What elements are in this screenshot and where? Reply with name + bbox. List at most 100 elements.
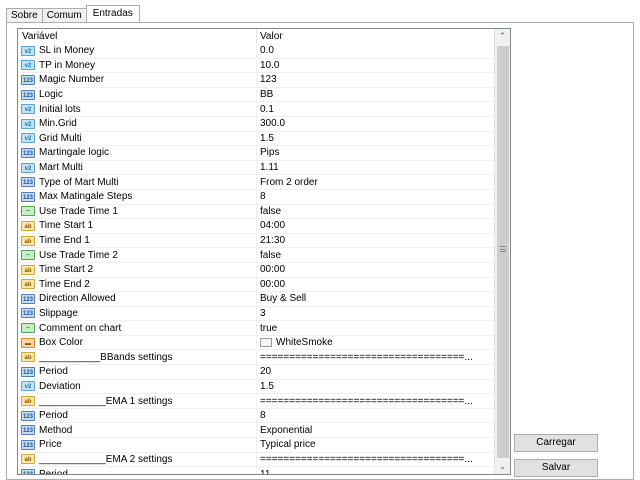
table-row[interactable]: ab ____________EMA 2 settings ============… <box>18 452 496 468</box>
variable-cell: 123 Logic <box>18 87 257 102</box>
table-row[interactable]: 123 Logic BB <box>18 87 496 103</box>
vertical-scrollbar[interactable]: ⌃ ⌄ <box>494 29 510 474</box>
type-double-icon: v2 <box>21 60 35 71</box>
type-bool-icon: ~ <box>21 206 35 217</box>
value-cell[interactable]: ===================================... <box>257 453 496 467</box>
value-cell[interactable]: 8 <box>257 190 496 204</box>
value-cell[interactable]: WhiteSmoke <box>257 336 496 350</box>
value-cell[interactable]: 8 <box>257 409 496 423</box>
value-cell[interactable]: ===================================... <box>257 350 496 364</box>
value-text: 1.11 <box>260 162 279 174</box>
tab-sobre[interactable]: Sobre <box>6 8 43 22</box>
table-row[interactable]: 123 Slippage 3 <box>18 306 496 322</box>
value-cell[interactable]: 1.5 <box>257 132 496 146</box>
tab-comum[interactable]: Comum <box>41 8 87 22</box>
table-row[interactable]: v2 Min.Grid 300.0 <box>18 116 496 132</box>
value-cell[interactable]: 04:00 <box>257 219 496 233</box>
table-row[interactable]: 123 Period 20 <box>18 365 496 380</box>
value-cell[interactable]: 00:00 <box>257 263 496 277</box>
table-row[interactable]: ab ____________EMA 1 settings ============… <box>18 394 496 409</box>
table-row[interactable]: 123 Type of Mart Multi From 2 order <box>18 175 496 190</box>
value-cell[interactable]: Exponential <box>257 423 496 437</box>
value-cell[interactable]: BB <box>257 88 496 102</box>
load-button[interactable]: Carregar <box>514 434 598 452</box>
table-row[interactable]: 123 Magic Number 123 <box>18 73 496 88</box>
scroll-up-icon[interactable]: ⌃ <box>495 29 510 44</box>
value-cell[interactable]: Pips <box>257 146 496 160</box>
value-cell[interactable]: From 2 order <box>257 175 496 189</box>
variable-cell: ab Time Start 1 <box>18 219 257 233</box>
variable-cell: ab Time Start 2 <box>18 262 257 277</box>
value-text: 21:30 <box>260 235 286 247</box>
value-cell[interactable]: 20 <box>257 365 496 379</box>
scroll-thumb[interactable] <box>497 46 509 458</box>
value-cell[interactable]: false <box>257 248 496 262</box>
table-row[interactable]: ~ Use Trade Time 1 false <box>18 204 496 220</box>
value-cell[interactable]: 1.5 <box>257 380 496 394</box>
table-row[interactable]: 123 Direction Allowed Buy & Sell <box>18 292 496 307</box>
table-row[interactable]: v2 Initial lots 0.1 <box>18 102 496 117</box>
type-int-icon: 123 <box>21 366 35 377</box>
table-row[interactable]: ab Time Start 1 04:00 <box>18 219 496 234</box>
table-row[interactable]: ~ Comment on chart true <box>18 321 496 336</box>
table-row[interactable]: v2 Deviation 1.5 <box>18 379 496 395</box>
type-int-icon: 123 <box>21 293 35 304</box>
value-cell[interactable]: Buy & Sell <box>257 292 496 306</box>
type-int-icon: 123 <box>21 469 35 474</box>
value-text: 00:00 <box>260 264 286 276</box>
color-swatch[interactable] <box>260 338 272 348</box>
variable-name: Logic <box>39 89 63 101</box>
table-row[interactable]: ~ Use Trade Time 2 false <box>18 248 496 263</box>
table-row[interactable]: 123 Period 11 <box>18 467 496 474</box>
variable-name: Time End 1 <box>39 235 90 247</box>
variable-cell: ab ____________EMA 2 settings <box>18 452 257 467</box>
save-button[interactable]: Salvar <box>514 459 598 477</box>
type-int-icon: 123 <box>21 177 35 188</box>
value-cell[interactable]: 11 <box>257 467 496 474</box>
value-cell[interactable]: false <box>257 205 496 219</box>
table-row[interactable]: 123 Martingale logic Pips <box>18 146 496 161</box>
table-row[interactable]: ab Time End 1 21:30 <box>18 233 496 249</box>
value-cell[interactable]: 1.11 <box>257 161 496 175</box>
table-row[interactable]: 123 Period 8 <box>18 408 496 424</box>
value-cell[interactable]: 0.0 <box>257 44 496 58</box>
value-text: 20 <box>260 366 272 378</box>
type-str-icon: ab <box>21 396 35 407</box>
value-cell[interactable]: 300.0 <box>257 117 496 131</box>
header-value[interactable]: Valor <box>257 29 283 44</box>
table-row[interactable]: 123 Method Exponential <box>18 423 496 439</box>
variable-cell: 123 Period <box>18 467 257 474</box>
variable-name: Time End 2 <box>39 278 90 290</box>
value-cell[interactable]: 21:30 <box>257 234 496 248</box>
variable-name: TP in Money <box>39 59 95 71</box>
value-cell[interactable]: 00:00 <box>257 278 496 292</box>
value-cell[interactable]: 0.1 <box>257 102 496 116</box>
table-row[interactable]: ▬ Box Color WhiteSmoke <box>18 335 496 351</box>
tab-entradas[interactable]: Entradas <box>85 5 140 22</box>
value-cell[interactable]: true <box>257 321 496 335</box>
value-cell[interactable]: Typical price <box>257 438 496 452</box>
header-variable[interactable]: Variável <box>18 29 257 44</box>
value-cell[interactable]: 123 <box>257 73 496 87</box>
table-row[interactable]: v2 Grid Multi 1.5 <box>18 131 496 147</box>
value-cell[interactable]: 10.0 <box>257 59 496 73</box>
value-text: Buy & Sell <box>260 293 307 305</box>
table-row[interactable]: v2 Mart Multi 1.11 <box>18 160 496 176</box>
variable-cell: ab Time End 1 <box>18 233 257 248</box>
table-row[interactable]: ab Time End 2 00:00 <box>18 277 496 293</box>
type-double-icon: v2 <box>21 381 35 392</box>
table-row[interactable]: v2 SL in Money 0.0 <box>18 44 496 59</box>
variable-name: ___________BBands settings <box>39 351 173 363</box>
value-cell[interactable]: 3 <box>257 307 496 321</box>
table-row[interactable]: 123 Price Typical price <box>18 438 496 453</box>
table-row[interactable]: ab ___________BBands settings ============… <box>18 350 496 366</box>
variable-cell: 123 Martingale logic <box>18 146 257 160</box>
table-row[interactable]: ab Time Start 2 00:00 <box>18 262 496 278</box>
table-row[interactable]: v2 TP in Money 10.0 <box>18 58 496 74</box>
value-cell[interactable]: ===================================... <box>257 394 496 408</box>
table-row[interactable]: 123 Max Matingale Steps 8 <box>18 189 496 205</box>
scroll-down-icon[interactable]: ⌄ <box>495 459 510 474</box>
variable-cell: ab ___________BBands settings <box>18 350 257 365</box>
value-text: false <box>260 205 282 217</box>
variable-name: Use Trade Time 1 <box>39 205 118 217</box>
